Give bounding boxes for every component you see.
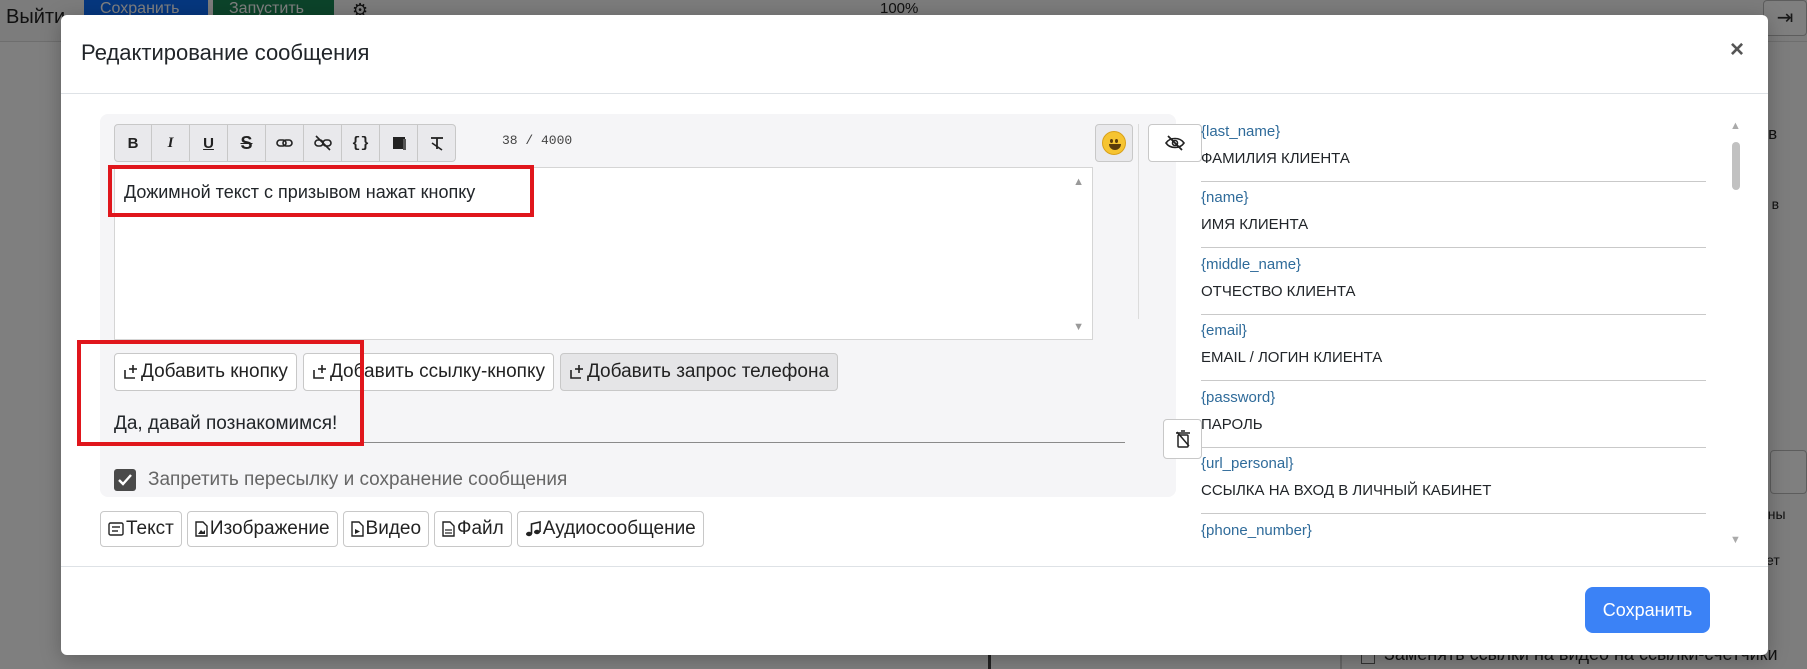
smiley-icon <box>1102 131 1126 155</box>
file-icon <box>442 521 455 537</box>
variable-key: {phone_number} <box>1201 522 1312 539</box>
annotation-box-text <box>108 165 534 217</box>
character-counter: 38 / 4000 <box>502 133 573 148</box>
type-text-label: Текст <box>126 518 174 539</box>
underline-icon[interactable]: U <box>190 124 228 162</box>
file-video-icon <box>350 521 364 537</box>
type-video-label: Видео <box>365 518 422 539</box>
modal-header: Редактирование сообщения × <box>61 15 1768 94</box>
save-button[interactable]: Сохранить <box>1585 587 1710 633</box>
variable-value: ОТЧЕСТВО КЛИЕНТА <box>1201 283 1356 300</box>
variable-item[interactable]: {name} ИМЯ КЛИЕНТА <box>1201 181 1706 248</box>
variable-item[interactable]: {url_personal} ССЫЛКА НА ВХОД В ЛИЧНЫЙ К… <box>1201 447 1706 514</box>
strikethrough-icon[interactable]: S <box>228 124 266 162</box>
scroll-up-icon[interactable]: ▲ <box>1730 120 1741 132</box>
scroll-up-icon[interactable]: ▲ <box>1073 176 1084 188</box>
scrollbar-thumb[interactable] <box>1732 142 1740 190</box>
code-icon[interactable]: {} <box>342 124 380 162</box>
music-note-icon <box>525 521 541 537</box>
type-image-label: Изображение <box>209 518 330 539</box>
hide-preview-button[interactable] <box>1148 124 1202 162</box>
italic-icon[interactable]: I <box>152 124 190 162</box>
variable-key: {last_name} <box>1201 123 1281 140</box>
variable-value: EMAIL / ЛОГИН КЛИЕНТА <box>1201 349 1383 366</box>
variable-item[interactable]: {last_name} ФАМИЛИЯ КЛИЕНТА <box>1201 115 1706 182</box>
type-file-label: Файл <box>457 518 504 539</box>
scroll-down-icon[interactable]: ▼ <box>1730 534 1741 546</box>
add-phone-request-label: Добавить запрос телефона <box>586 361 830 382</box>
forbid-forwarding-checkbox[interactable] <box>114 469 136 491</box>
bold-icon[interactable]: B <box>114 124 152 162</box>
variable-key: {password} <box>1201 389 1276 406</box>
variable-item[interactable]: {middle_name} ОТЧЕСТВО КЛИЕНТА <box>1201 248 1706 315</box>
eye-slash-icon <box>1165 135 1185 151</box>
forbid-forwarding-label[interactable]: Запретить пересылку и сохранение сообщен… <box>148 469 567 491</box>
divider <box>1138 124 1139 319</box>
modal-footer: Сохранить <box>61 566 1768 655</box>
annotation-box-button <box>77 340 364 446</box>
variables-scrollbar[interactable]: ▲ ▼ <box>1729 120 1743 546</box>
spoiler-icon[interactable] <box>380 124 418 162</box>
variables-list: {last_name} ФАМИЛИЯ КЛИЕНТА {name} ИМЯ К… <box>1201 115 1767 555</box>
type-audio-button[interactable]: Аудиосообщение <box>516 511 704 547</box>
variable-value: ФАМИЛИЯ КЛИЕНТА <box>1201 150 1350 167</box>
type-text-button[interactable]: Текст <box>100 511 182 547</box>
variable-item[interactable]: {email} EMAIL / ЛОГИН КЛИЕНТА <box>1201 314 1706 381</box>
variable-key: {name} <box>1201 189 1249 206</box>
type-audio-label: Аудиосообщение <box>542 518 696 539</box>
scroll-down-icon[interactable]: ▼ <box>1073 321 1084 333</box>
type-file-button[interactable]: Файл <box>434 511 512 547</box>
variable-value: ИМЯ КЛИЕНТА <box>1201 216 1309 233</box>
edit-message-modal: Редактирование сообщения × B I U S {} 38… <box>61 15 1768 655</box>
close-icon[interactable]: × <box>1724 37 1750 63</box>
file-image-icon <box>195 521 208 537</box>
emoji-button[interactable] <box>1095 124 1133 162</box>
checkmark-icon <box>118 474 132 486</box>
add-phone-request-button[interactable]: Добавить запрос телефона <box>559 353 839 391</box>
type-video-button[interactable]: Видео <box>342 511 430 547</box>
type-image-button[interactable]: Изображение <box>186 511 338 547</box>
clear-format-icon[interactable] <box>418 124 456 162</box>
variable-key: {email} <box>1201 322 1247 339</box>
text-icon <box>108 522 124 536</box>
variable-item[interactable]: {phone_number} <box>1201 514 1706 555</box>
link-icon[interactable] <box>266 124 304 162</box>
add-button-icon <box>570 365 583 379</box>
variable-value: ПАРОЛЬ <box>1201 416 1263 433</box>
delete-button-button[interactable] <box>1163 419 1202 459</box>
variable-key: {url_personal} <box>1201 455 1294 472</box>
variable-key: {middle_name} <box>1201 256 1302 273</box>
modal-title: Редактирование сообщения <box>81 40 370 65</box>
variable-value: ССЫЛКА НА ВХОД В ЛИЧНЫЙ КАБИНЕТ <box>1201 482 1492 499</box>
trash-icon <box>1175 430 1190 448</box>
message-type-row: Текст Изображение Видео Файл Аудиосообще… <box>100 511 704 547</box>
forbid-forwarding-row: Запретить пересылку и сохранение сообщен… <box>114 469 567 491</box>
format-toolbar: B I U S {} <box>114 124 456 162</box>
variable-item[interactable]: {password} ПАРОЛЬ <box>1201 381 1706 448</box>
unlink-icon[interactable] <box>304 124 342 162</box>
